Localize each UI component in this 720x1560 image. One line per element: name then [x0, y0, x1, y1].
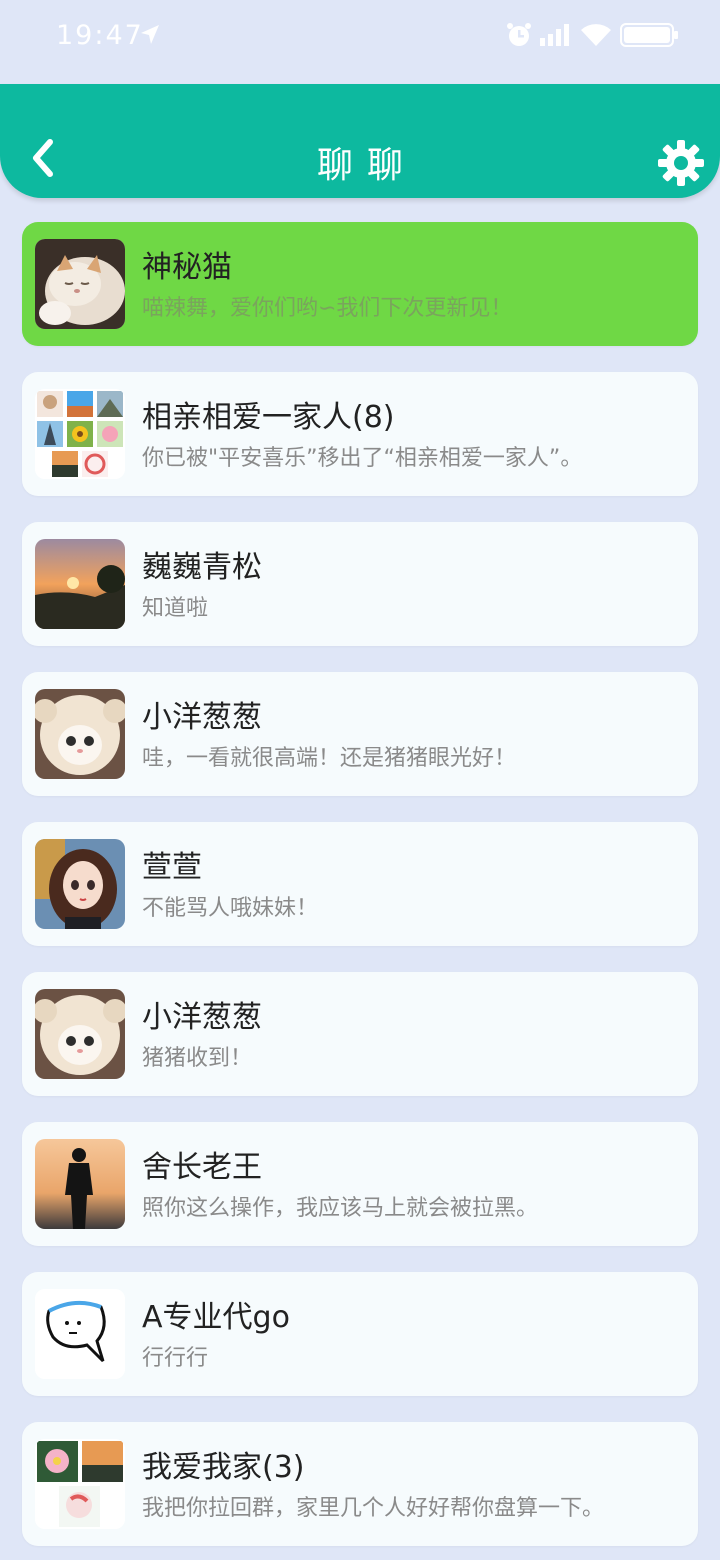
chat-item[interactable]: 相亲相爱一家人(8) 你已被"平安喜乐”移出了“相亲相爱一家人”。	[22, 372, 698, 496]
alarm-icon	[506, 22, 532, 52]
chat-item[interactable]: 舍长老王 照你这么操作，我应该马上就会被拉黑。	[22, 1122, 698, 1246]
avatar-group-collage-small	[35, 1439, 125, 1529]
chat-item[interactable]: A专业代go 行行行	[22, 1272, 698, 1396]
chat-name: 小洋葱葱	[142, 1000, 262, 1035]
chat-preview: 行行行	[142, 1346, 209, 1371]
chat-name: 萱萱	[142, 850, 202, 885]
chat-preview: 你已被"平安喜乐”移出了“相亲相爱一家人”。	[142, 446, 583, 471]
chat-preview: 不能骂人哦妹妹！	[142, 896, 319, 921]
battery-icon	[620, 22, 680, 52]
chat-item[interactable]: 巍巍青松 知道啦	[22, 522, 698, 646]
wifi-icon	[580, 23, 612, 51]
settings-button[interactable]	[656, 138, 706, 188]
app-header: 聊聊	[0, 84, 720, 198]
chat-list: 神秘猫 喵辣舞，爱你们哟∽我们下次更新见！ 相亲相爱一家人(8) 你已被"平安喜…	[22, 222, 698, 1560]
chat-name: 神秘猫	[142, 250, 232, 285]
chat-preview: 知道啦	[142, 596, 209, 621]
chat-name: 小洋葱葱	[142, 700, 262, 735]
chat-name: A专业代go	[142, 1300, 290, 1335]
chat-preview: 我把你拉回群，家里几个人好好帮你盘算一下。	[142, 1496, 605, 1521]
chat-preview: 哇，一看就很高端！还是猪猪眼光好！	[142, 746, 517, 771]
gear-icon	[658, 140, 704, 186]
avatar-kitten-hat-photo	[35, 689, 125, 779]
status-icons	[506, 22, 680, 52]
chat-item[interactable]: 我爱我家(3) 我把你拉回群，家里几个人好好帮你盘算一下。	[22, 1422, 698, 1546]
status-time: 19:47	[56, 20, 144, 51]
chat-name: 我爱我家(3)	[142, 1450, 305, 1485]
chat-preview: 猪猪收到！	[142, 1046, 253, 1071]
avatar-group-collage	[35, 389, 125, 479]
chat-item[interactable]: 小洋葱葱 哇，一看就很高端！还是猪猪眼光好！	[22, 672, 698, 796]
chat-preview: 喵辣舞，爱你们哟∽我们下次更新见！	[142, 296, 513, 321]
avatar-sunset-photo	[35, 539, 125, 629]
status-bar: 19:47	[0, 0, 720, 80]
chat-name: 巍巍青松	[142, 550, 262, 585]
avatar-silhouette-photo	[35, 1139, 125, 1229]
chat-item[interactable]: 小洋葱葱 猪猪收到！	[22, 972, 698, 1096]
location-arrow-icon	[140, 24, 160, 50]
chat-item[interactable]: 神秘猫 喵辣舞，爱你们哟∽我们下次更新见！	[22, 222, 698, 346]
chat-item[interactable]: 萱萱 不能骂人哦妹妹！	[22, 822, 698, 946]
avatar-kitten-hat-photo	[35, 989, 125, 1079]
avatar-cartoon-girl	[35, 839, 125, 929]
avatar-cat-photo	[35, 239, 125, 329]
page-title: 聊聊	[316, 145, 417, 186]
chat-preview: 照你这么操作，我应该马上就会被拉黑。	[142, 1196, 539, 1221]
chat-name: 舍长老王	[142, 1150, 262, 1185]
signal-icon	[540, 24, 572, 50]
chat-name: 相亲相爱一家人(8)	[142, 400, 395, 435]
avatar-speech-bubble-drawing	[35, 1289, 125, 1379]
